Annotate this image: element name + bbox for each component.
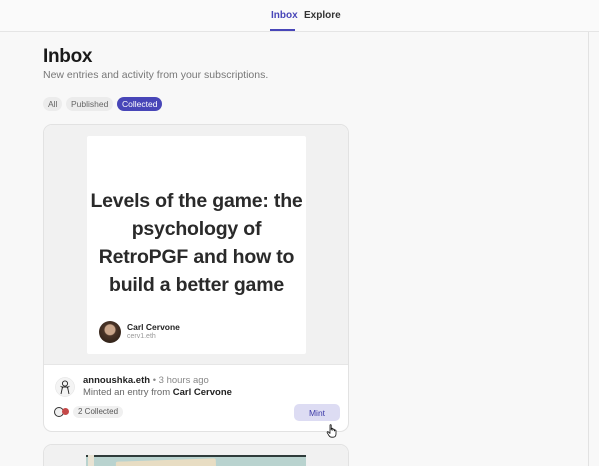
activity-row: annoushka.eth • 3 hours ago Minted an en… xyxy=(53,374,343,424)
collector-name[interactable]: annoushka.eth xyxy=(83,375,150,386)
page-title: Inbox xyxy=(43,46,93,67)
entry-preview[interactable] xyxy=(44,445,348,466)
author-handle: cerv1.eth xyxy=(127,333,156,340)
tab-explore[interactable]: Explore xyxy=(304,10,341,21)
collected-count: 2 Collected xyxy=(73,406,124,418)
mint-button[interactable]: Mint xyxy=(294,404,340,421)
filter-all[interactable]: All xyxy=(43,97,63,111)
entry-preview[interactable]: Levels of the game: the psychology of Re… xyxy=(44,125,348,365)
activity-description: Minted an entry from Carl Cervone xyxy=(83,387,232,398)
filter-published[interactable]: Published xyxy=(66,97,114,111)
entry-cover-image xyxy=(86,455,306,466)
top-navigation: Inbox Explore xyxy=(0,0,599,32)
tab-inbox[interactable]: Inbox xyxy=(271,10,298,21)
activity-target[interactable]: Carl Cervone xyxy=(173,387,232,398)
activity-separator: • xyxy=(152,375,157,386)
entry-cover: Levels of the game: the psychology of Re… xyxy=(87,136,306,354)
author-name: Carl Cervone xyxy=(127,322,180,332)
entry-card[interactable] xyxy=(43,444,349,466)
activity-time: 3 hours ago xyxy=(158,375,209,386)
column-divider xyxy=(588,32,589,466)
active-tab-indicator xyxy=(270,29,295,31)
activity-action: Minted an entry from xyxy=(83,387,171,398)
author-avatar xyxy=(99,321,121,343)
hand-pointer-icon xyxy=(326,424,337,438)
page-subtitle: New entries and activity from your subsc… xyxy=(43,69,269,81)
activity-headline: annoushka.eth • 3 hours ago xyxy=(83,375,209,386)
entry-card[interactable]: Levels of the game: the psychology of Re… xyxy=(43,124,349,432)
collector-avatar[interactable] xyxy=(55,377,75,397)
collector-mini-avatar xyxy=(62,408,69,415)
filter-collected[interactable]: Collected xyxy=(117,97,163,111)
entry-title: Levels of the game: the psychology of Re… xyxy=(90,190,303,296)
